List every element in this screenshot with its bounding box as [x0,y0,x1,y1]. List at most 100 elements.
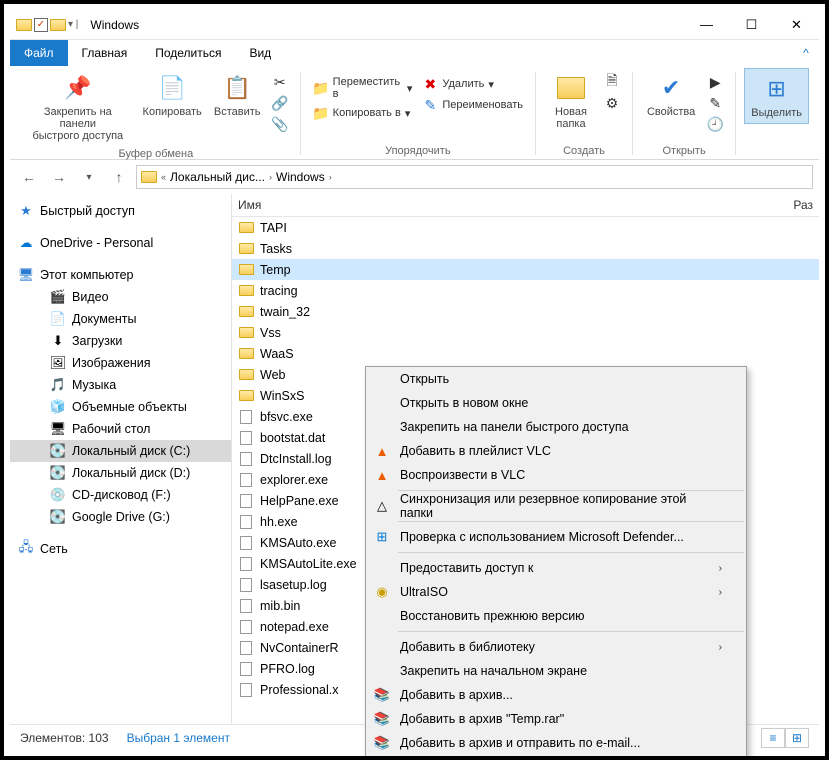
sidebar-item[interactable]: 🧊Объемные объекты [10,396,231,418]
checkbox-icon[interactable]: ✓ [34,18,48,32]
drive-icon: 💽 [50,443,66,459]
back-button[interactable]: ← [16,164,42,190]
breadcrumb-item[interactable]: Локальный дис...› [170,170,272,184]
ctx-open[interactable]: Открыть [366,367,746,391]
menu-file[interactable]: Файл [10,40,68,66]
minimize-button[interactable]: — [684,10,729,40]
sidebar-item[interactable]: 🎬Видео [10,286,231,308]
ctx-share-access[interactable]: Предоставить доступ к› [366,556,746,580]
new-folder-button[interactable]: Новая папка [544,68,598,134]
folder-icon [16,19,32,31]
ctx-add-library[interactable]: Добавить в библиотеку› [366,635,746,659]
ultraiso-icon: ◉ [374,584,390,600]
paste-shortcut-button[interactable]: 📎 [268,114,292,134]
copy-path-button[interactable]: 🔗 [268,93,292,113]
ribbon-toggle[interactable]: ^ [793,46,819,60]
file-icon [240,536,252,550]
easy-access-button[interactable]: ⚙ [600,93,624,113]
file-row[interactable]: Temp [232,259,819,280]
file-icon [240,662,252,676]
history-button[interactable]: 🕘 [703,114,727,134]
sidebar-item[interactable]: 🖥Рабочий стол [10,418,231,440]
ctx-archive-email[interactable]: 📚Добавить в архив и отправить по e-mail.… [366,731,746,755]
file-row[interactable]: twain_32 [232,301,819,322]
ctx-ultraiso[interactable]: ◉UltraISO› [366,580,746,604]
view-large-button[interactable]: ⊞ [785,728,809,748]
ctx-pin-quick-access[interactable]: Закрепить на панели быстрого доступа [366,415,746,439]
column-size[interactable]: Раз [793,198,813,212]
file-row[interactable]: Vss [232,322,819,343]
pin-button[interactable]: 📌 Закрепить на панели быстрого доступа [20,68,136,146]
winrar-icon: 📚 [374,735,390,751]
quick-access-toolbar: ✓ ▾ | [10,18,78,32]
context-menu: Открыть Открыть в новом окне Закрепить н… [365,366,747,760]
properties-button[interactable]: ✔ Свойства [641,68,701,122]
ctx-vlc-add[interactable]: ▲Добавить в плейлист VLC [366,439,746,463]
ctx-vlc-play[interactable]: ▲Воспроизвести в VLC [366,463,746,487]
ctx-sync-backup[interactable]: △Синхронизация или резервное копирование… [366,494,746,518]
maximize-button[interactable]: ☐ [729,10,774,40]
sidebar-item[interactable]: 🎵Музыка [10,374,231,396]
new-item-icon: 🗎 [604,74,620,90]
file-row[interactable]: WaaS [232,343,819,364]
folder-icon[interactable] [50,19,66,31]
sidebar-item[interactable]: 💿CD-дисковод (F:) [10,484,231,506]
forward-button[interactable]: → [46,164,72,190]
select-button[interactable]: ⊞ Выделить [744,68,809,124]
folder-icon [239,285,254,296]
sidebar-item[interactable]: 💽Локальный диск (D:) [10,462,231,484]
ctx-pin-start[interactable]: Закрепить на начальном экране [366,659,746,683]
up-button[interactable]: ↑ [106,164,132,190]
file-row[interactable]: tracing [232,280,819,301]
paste-button[interactable]: 📋 Вставить [209,68,266,122]
sidebar-item[interactable]: 📄Документы [10,308,231,330]
drive-icon: 🎬 [50,289,66,305]
copy-icon: 📄 [156,72,188,104]
move-to-button[interactable]: 📁Переместить в ▾ [309,74,417,102]
ctx-restore-previous[interactable]: Восстановить прежнюю версию [366,604,746,628]
sidebar-quick-access[interactable]: ★Быстрый доступ [10,200,231,222]
view-details-button[interactable]: ≡ [761,728,785,748]
close-button[interactable]: ✕ [774,10,819,40]
menu-share[interactable]: Поделиться [141,40,235,66]
edit-button[interactable]: ✎ [703,93,727,113]
copy-to-button[interactable]: 📁Копировать в ▾ [309,103,417,123]
ribbon: 📌 Закрепить на панели быстрого доступа 📄… [10,66,819,160]
folder-icon [239,369,254,380]
recent-button[interactable]: ▾ [76,164,102,190]
file-row[interactable]: Tasks [232,238,819,259]
new-item-button[interactable]: 🗎 [600,72,624,92]
copy-button[interactable]: 📄 Копировать [138,68,207,122]
star-icon: ★ [18,203,34,219]
menu-view[interactable]: Вид [235,40,285,66]
ribbon-group-open: Открыть [663,143,706,159]
chevron-right-icon: › [719,642,722,653]
file-icon [240,431,252,445]
ctx-add-archive[interactable]: 📚Добавить в архив... [366,683,746,707]
ctx-open-new-window[interactable]: Открыть в новом окне [366,391,746,415]
delete-button[interactable]: ✖Удалить ▾ [418,74,527,94]
sidebar-item[interactable]: 💽Локальный диск (C:) [10,440,231,462]
sidebar-this-pc[interactable]: 🖥Этот компьютер [10,264,231,286]
file-icon [240,410,252,424]
columns-header[interactable]: Имя Раз [232,194,819,217]
file-row[interactable]: TAPI [232,217,819,238]
address-bar[interactable]: « Локальный дис...› Windows› [136,165,813,189]
ctx-defender-scan[interactable]: ⊞Проверка с использованием Microsoft Def… [366,525,746,549]
breadcrumb-item[interactable]: Windows› [276,170,332,184]
ctx-add-archive-rar[interactable]: 📚Добавить в архив "Temp.rar" [366,707,746,731]
sidebar-item[interactable]: ⬇Загрузки [10,330,231,352]
delete-icon: ✖ [422,76,438,92]
google-drive-icon: △ [374,498,390,514]
sidebar-onedrive[interactable]: ☁OneDrive - Personal [10,232,231,254]
qat-dropdown[interactable]: ▾ | [68,19,78,30]
sidebar-item[interactable]: 💽Google Drive (G:) [10,506,231,528]
rename-button[interactable]: ✎Переименовать [418,95,527,115]
open-button[interactable]: ▶ [703,72,727,92]
cut-button[interactable]: ✂ [268,72,292,92]
column-name[interactable]: Имя [238,198,438,212]
menu-home[interactable]: Главная [68,40,142,66]
sidebar-item[interactable]: 🖼Изображения [10,352,231,374]
sidebar-network[interactable]: 🖧Сеть [10,538,231,560]
ctx-archive-rar-email[interactable]: 📚Добавить в архив "Temp.rar" и отправить… [366,755,746,760]
